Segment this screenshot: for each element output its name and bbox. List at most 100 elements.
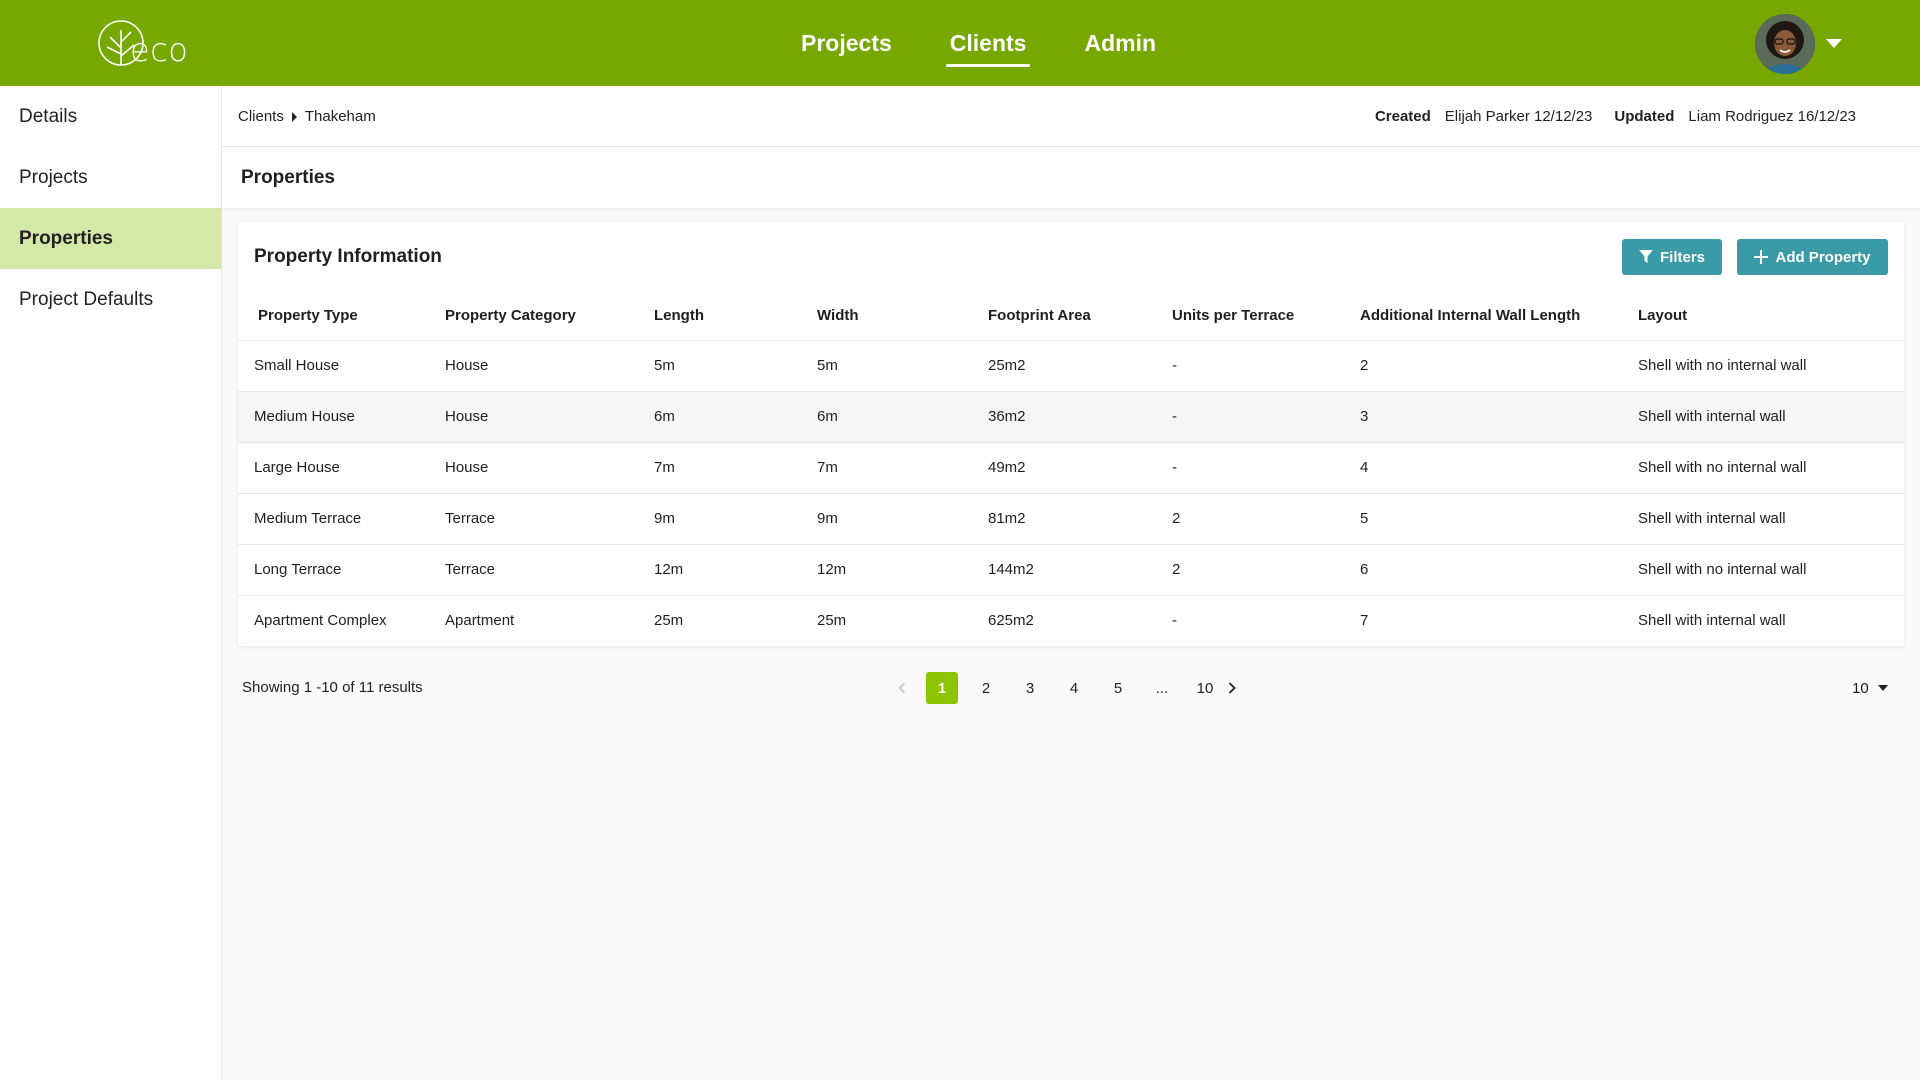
page-button-5[interactable]: 5: [1102, 672, 1134, 704]
cell-property-category: House: [445, 391, 654, 443]
breadcrumb-bar: Clients Thakeham Created Elijah Parker 1…: [222, 86, 1920, 147]
caret-down-icon: [1877, 685, 1888, 691]
nav-projects[interactable]: Projects: [772, 0, 921, 86]
page-title: Properties: [241, 166, 335, 188]
cell-units-per-terrace: -: [1172, 612, 1177, 630]
table-row[interactable]: Apartment Complex Apartment 25m 25m 625m…: [238, 595, 1904, 646]
main-nav: Projects Clients Admin: [772, 0, 1185, 86]
cell-additional-wall-length: 4: [1360, 442, 1638, 494]
breadcrumb: Clients Thakeham: [238, 86, 376, 147]
cell-units-per-terrace: -: [1172, 391, 1360, 443]
nav-clients[interactable]: Clients: [921, 0, 1056, 86]
cell-property-type: Long Terrace: [238, 544, 445, 596]
cell-footprint-area: 625m2: [988, 612, 1034, 630]
column-header-property-type[interactable]: Property Type: [238, 291, 445, 341]
column-header-width[interactable]: Width: [817, 291, 988, 341]
cell-length: 9m: [654, 493, 817, 545]
sidebar-item-project-defaults[interactable]: Project Defaults: [0, 269, 221, 330]
cell-property-type: Medium House: [238, 391, 445, 443]
table-row[interactable]: Large House House 7m 7m 49m2 - 4 Shell w…: [238, 442, 1904, 494]
table-row[interactable]: Medium Terrace Terrace 9m 9m 81m2 2 5 Sh…: [238, 493, 1904, 545]
pagination: 1 2 3 4 5 ... 10: [892, 672, 1242, 704]
created-value: Elijah Parker 12/12/23: [1444, 108, 1593, 125]
cell-property-type: Large House: [238, 442, 445, 494]
next-page-button[interactable]: [1222, 672, 1242, 704]
cell-units-per-terrace: -: [1172, 442, 1360, 494]
cell-property-type: Medium Terrace: [238, 493, 445, 545]
sidebar-item-details[interactable]: Details: [0, 86, 221, 147]
filter-icon: [1638, 250, 1653, 263]
nav-admin[interactable]: Admin: [1055, 0, 1185, 86]
sidebar-item-projects[interactable]: Projects: [0, 147, 221, 208]
cell-width: 7m: [817, 442, 988, 494]
page-button-10[interactable]: 10: [1188, 672, 1222, 704]
cell-footprint-area: 25m2: [988, 340, 1172, 392]
cell-width: 6m: [817, 391, 988, 443]
add-property-button-label: Add Property: [1775, 248, 1871, 266]
filters-button-label: Filters: [1659, 248, 1705, 266]
column-header-property-category[interactable]: Property Category: [445, 291, 654, 341]
add-property-button[interactable]: Add Property: [1737, 239, 1888, 275]
cell-length: 5m: [654, 340, 817, 392]
cell-width: 9m: [817, 493, 988, 545]
per-page-select[interactable]: 10: [1852, 676, 1888, 700]
updated-label: Updated: [1614, 108, 1675, 125]
cell-footprint-area: 49m2: [988, 442, 1172, 494]
user-menu-caret-icon[interactable]: [1826, 39, 1842, 48]
table-row[interactable]: Long Terrace Terrace 12m 12m 144m2 2 6 S…: [238, 544, 1904, 596]
sidebar-item-properties[interactable]: Properties: [0, 208, 221, 269]
cell-width: 5m: [817, 340, 988, 392]
column-header-units-per-terrace[interactable]: Units per Terrace: [1172, 291, 1360, 341]
cell-units-per-terrace: -: [1172, 340, 1360, 392]
table-header-row: Property Type Property Category Length W…: [238, 291, 1904, 341]
page-button-1[interactable]: 1: [926, 672, 958, 704]
user-avatar[interactable]: [1755, 14, 1815, 74]
filters-button[interactable]: Filters: [1622, 239, 1722, 275]
updated-value: Liam Rodriguez 16/12/23: [1688, 108, 1856, 125]
eco-logo[interactable]: eco: [96, 16, 196, 70]
cell-additional-wall-length: 2: [1360, 340, 1638, 392]
prev-page-button[interactable]: [892, 672, 912, 704]
cell-additional-wall-length: 5: [1360, 493, 1638, 545]
cell-footprint-area: 144m2: [988, 544, 1172, 596]
property-information-card: Property Information Filters Add Propert…: [238, 222, 1904, 646]
logo-text: eco: [130, 31, 189, 69]
table-row[interactable]: Medium House House 6m 6m 36m2 - 3 Shell …: [238, 391, 1904, 443]
column-header-layout[interactable]: Layout: [1638, 291, 1904, 341]
cell-property-type: Small House: [238, 340, 445, 392]
cell-layout: Shell with internal wall: [1638, 612, 1786, 630]
column-header-footprint-area[interactable]: Footprint Area: [988, 291, 1172, 341]
created-label: Created: [1374, 108, 1431, 125]
properties-table: Property Type Property Category Length W…: [238, 291, 1904, 646]
table-row[interactable]: Small House House 5m 5m 25m2 - 2 Shell w…: [238, 340, 1904, 392]
cell-layout: Shell with internal wall: [1638, 391, 1904, 443]
breadcrumb-current: Thakeham: [304, 108, 376, 125]
cell-layout: Shell with internal wall: [1638, 493, 1904, 545]
per-page-value: 10: [1852, 679, 1869, 697]
cell-length: 7m: [654, 442, 817, 494]
sidebar: Details Projects Properties Project Defa…: [0, 86, 222, 1080]
cell-units-per-terrace: 2: [1172, 544, 1360, 596]
avatar-image: [1755, 14, 1815, 74]
plus-icon: [1754, 250, 1769, 264]
page-button-4[interactable]: 4: [1058, 672, 1090, 704]
cell-length: 6m: [654, 391, 817, 443]
page-header: Properties: [222, 147, 1920, 208]
cell-additional-wall-length: 7: [1360, 612, 1369, 630]
cell-width: 25m: [817, 612, 847, 630]
cell-layout: Shell with no internal wall: [1638, 340, 1904, 392]
cell-additional-wall-length: 6: [1360, 544, 1638, 596]
cell-additional-wall-length: 3: [1360, 391, 1638, 443]
cell-property-category: House: [445, 340, 654, 392]
breadcrumb-clients[interactable]: Clients: [238, 108, 284, 125]
page-button-2[interactable]: 2: [970, 672, 1002, 704]
record-meta: Created Elijah Parker 12/12/23 Updated L…: [1375, 86, 1856, 147]
cell-property-category: Terrace: [445, 544, 654, 596]
page-button-3[interactable]: 3: [1014, 672, 1046, 704]
cell-units-per-terrace: 2: [1172, 493, 1360, 545]
column-header-additional-internal-wall-length[interactable]: Additional Internal Wall Length: [1360, 291, 1638, 341]
column-header-length[interactable]: Length: [654, 291, 817, 341]
cell-length: 12m: [654, 544, 817, 596]
results-summary: Showing 1 -10 of 11 results: [242, 678, 423, 696]
page-ellipsis: ...: [1155, 679, 1169, 697]
